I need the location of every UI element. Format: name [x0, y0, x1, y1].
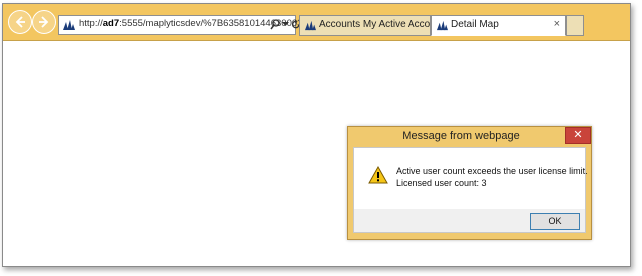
dynamics-logo-icon [437, 20, 448, 31]
warning-icon [368, 166, 388, 184]
dialog-message-line: Licensed user count: 3 [396, 178, 487, 188]
close-tab-icon[interactable]: × [554, 18, 560, 30]
forward-button[interactable] [32, 10, 56, 34]
address-bar[interactable]: http://ad7:5555/maplyticsdev/%7B63581014… [58, 15, 313, 35]
tab-detail-map[interactable]: Detail Map × [431, 15, 566, 36]
new-tab-button[interactable] [566, 15, 584, 36]
ok-button[interactable]: OK [530, 213, 580, 230]
tab-label: Detail Map [451, 19, 499, 30]
dialog-message-line: Active user count exceeds the user licen… [396, 166, 588, 176]
message-dialog: Message from webpage ✕ Active user count… [347, 126, 592, 240]
dialog-close-button[interactable]: ✕ [565, 127, 591, 144]
url-host: ad7 [102, 18, 120, 29]
dialog-footer: OK [353, 209, 586, 233]
arrow-right-icon [39, 16, 49, 28]
dynamics-logo-icon [305, 20, 316, 31]
tab-label: Accounts My Active Accounts ... [319, 19, 431, 30]
browser-window: http://ad7:5555/maplyticsdev/%7B63581014… [2, 3, 631, 267]
back-button[interactable] [8, 10, 32, 34]
dynamics-logo-icon [63, 20, 75, 30]
arrow-left-icon [15, 16, 25, 28]
tab-accounts[interactable]: Accounts My Active Accounts ... [299, 15, 431, 36]
chevron-down-icon[interactable] [282, 20, 289, 28]
url-prefix: http:// [79, 18, 103, 29]
browser-toolbar: http://ad7:5555/maplyticsdev/%7B63581014… [3, 4, 630, 41]
dialog-title: Message from webpage [402, 130, 520, 142]
search-icon[interactable] [270, 19, 280, 30]
dialog-body: Active user count exceeds the user licen… [353, 147, 588, 211]
